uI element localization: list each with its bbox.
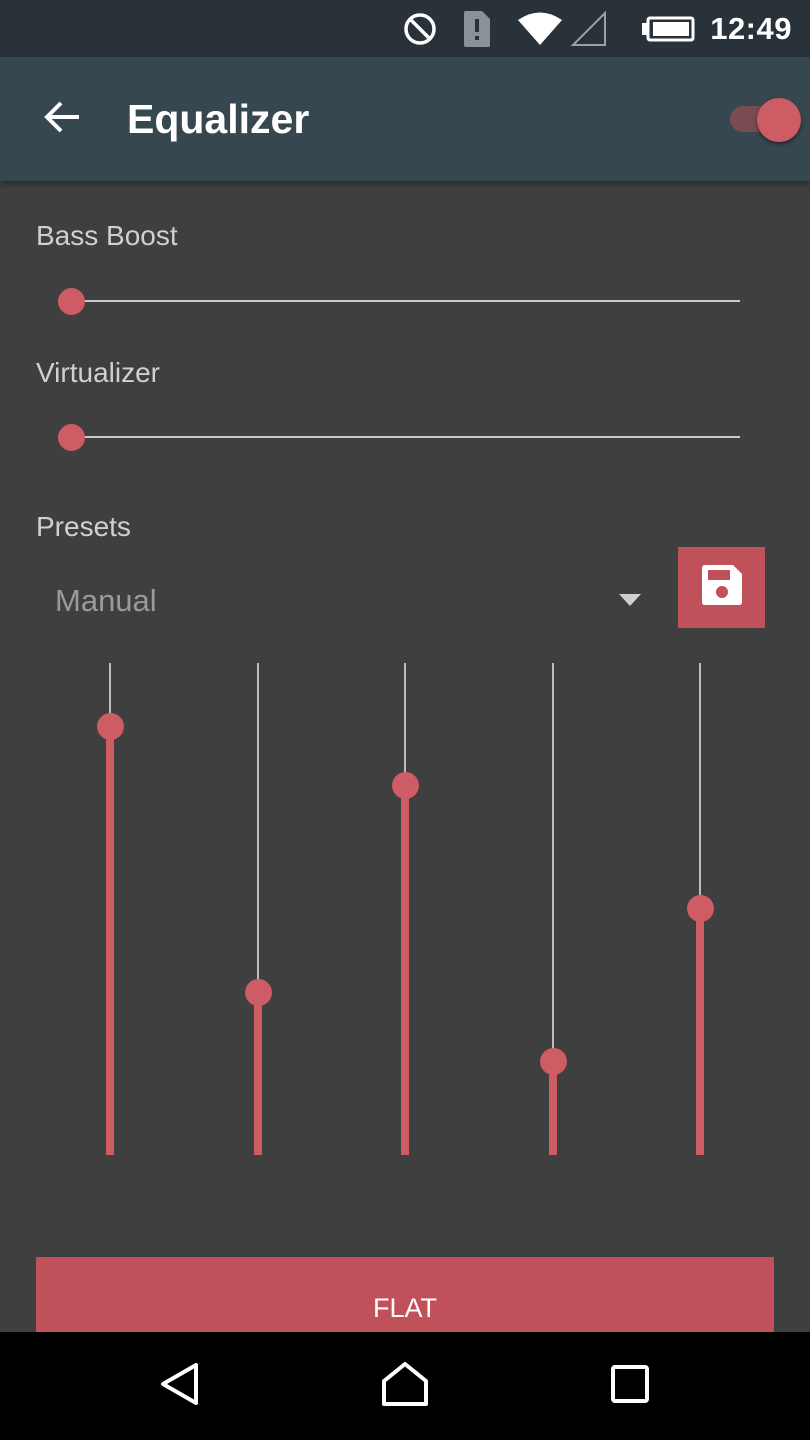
bass-boost-label: Bass Boost bbox=[36, 220, 178, 251]
presets-label: Presets bbox=[36, 511, 131, 542]
preset-dropdown[interactable]: Manual bbox=[36, 570, 650, 632]
status-bar: 12:49 bbox=[0, 0, 810, 57]
bass-boost-slider[interactable] bbox=[58, 286, 740, 316]
nav-back-button[interactable] bbox=[150, 1356, 210, 1416]
eq-band-knob[interactable] bbox=[97, 713, 124, 740]
cell-signal-icon bbox=[571, 0, 607, 57]
eq-band-knob[interactable] bbox=[687, 895, 714, 922]
save-icon bbox=[698, 561, 746, 614]
dropdown-arrow-icon bbox=[619, 594, 641, 606]
preset-selected-value: Manual bbox=[55, 583, 157, 618]
eq-band-fill bbox=[549, 1062, 557, 1155]
eq-band-knob[interactable] bbox=[392, 772, 419, 799]
eq-band-knob[interactable] bbox=[540, 1048, 567, 1075]
nav-home-button[interactable] bbox=[375, 1356, 435, 1416]
sim-alert-icon bbox=[462, 0, 492, 57]
recents-icon bbox=[610, 1364, 650, 1409]
eq-band-fill bbox=[254, 993, 262, 1155]
toggle-thumb bbox=[757, 98, 801, 142]
do-not-disturb-icon bbox=[403, 0, 437, 57]
slider-track bbox=[72, 300, 740, 302]
home-icon bbox=[380, 1361, 430, 1412]
eq-band-2[interactable] bbox=[238, 663, 278, 1155]
battery-icon bbox=[641, 0, 695, 57]
wifi-icon bbox=[517, 0, 563, 57]
save-preset-button[interactable] bbox=[678, 547, 765, 628]
virtualizer-slider[interactable] bbox=[58, 422, 740, 452]
slider-track bbox=[72, 436, 740, 438]
back-icon bbox=[158, 1361, 202, 1412]
eq-band-1[interactable] bbox=[90, 663, 130, 1155]
nav-recents-button[interactable] bbox=[600, 1356, 660, 1416]
equalizer-toggle[interactable] bbox=[728, 95, 804, 143]
slider-thumb[interactable] bbox=[58, 288, 85, 315]
navigation-bar bbox=[0, 1332, 810, 1440]
eq-band-knob[interactable] bbox=[245, 979, 272, 1006]
eq-band-3[interactable] bbox=[385, 663, 425, 1155]
eq-band-fill bbox=[696, 909, 704, 1155]
slider-thumb[interactable] bbox=[58, 424, 85, 451]
virtualizer-label: Virtualizer bbox=[36, 357, 160, 388]
eq-band-fill bbox=[106, 727, 114, 1155]
page-title: Equalizer bbox=[127, 95, 310, 142]
back-button[interactable] bbox=[28, 85, 96, 153]
clock: 12:49 bbox=[710, 10, 792, 46]
eq-band-5[interactable] bbox=[680, 663, 720, 1155]
app-bar: Equalizer bbox=[0, 57, 810, 181]
arrow-back-icon bbox=[42, 97, 82, 142]
eq-band-fill bbox=[401, 786, 409, 1155]
eq-band-4[interactable] bbox=[533, 663, 573, 1155]
